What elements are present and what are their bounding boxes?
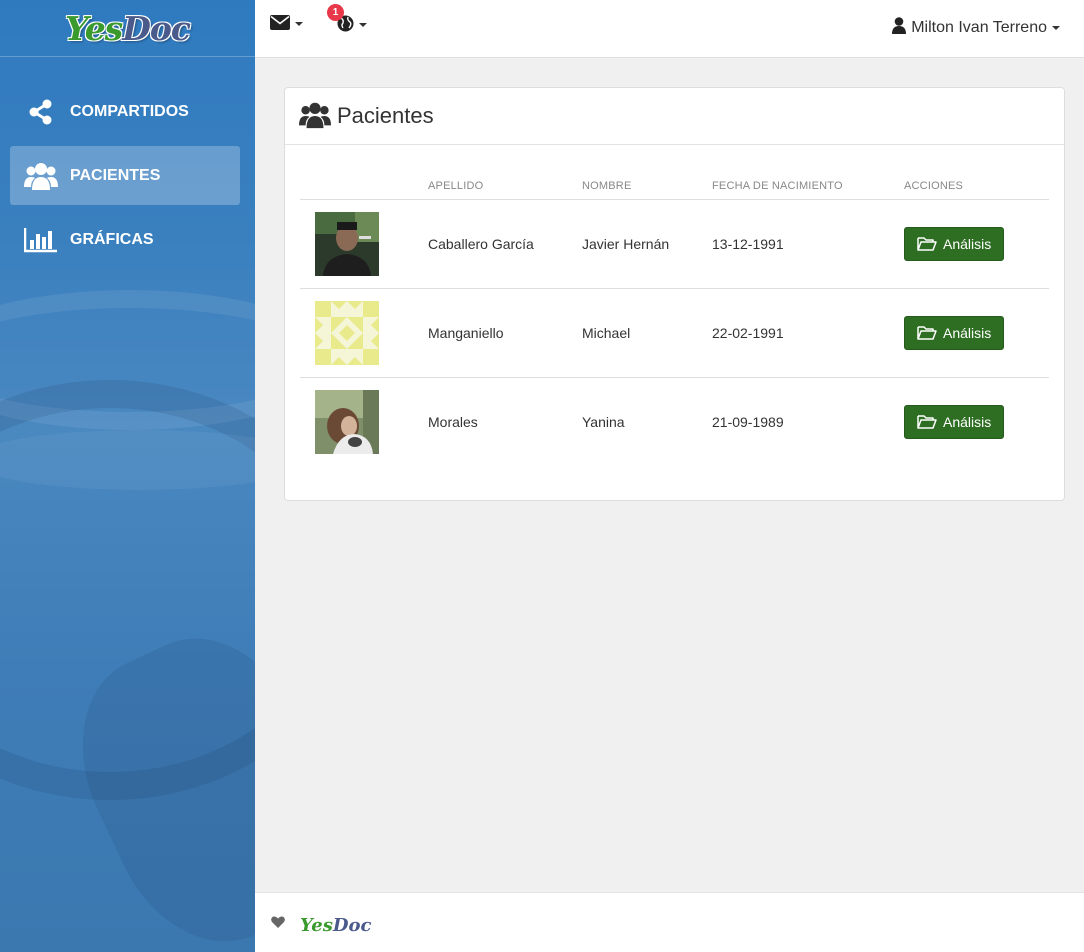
envelope-icon (270, 15, 290, 33)
column-header-avatar (300, 173, 428, 200)
sidebar: YesDoc COMPARTIDOS PACIENTES GRÁFICAS (0, 0, 255, 952)
logo-doc: Doc (122, 8, 191, 48)
avatar-cell (300, 199, 428, 289)
avatar (315, 389, 379, 454)
analisis-button[interactable]: Análisis (904, 315, 1005, 350)
page-title: Pacientes (337, 103, 434, 128)
sidebar-item-pacientes[interactable]: PACIENTES (10, 146, 240, 205)
nombre-cell: Yanina (582, 413, 625, 430)
chevron-down-icon (359, 23, 367, 27)
user-name: Milton Ivan Terreno (911, 19, 1047, 36)
table-row: Caballero García Javier Hernán 13-12-199… (300, 199, 1049, 289)
avatar-cell (300, 377, 428, 466)
analisis-button[interactable]: Análisis (904, 226, 1005, 261)
table-header-row: APELLIDO NOMBRE FECHA DE NACIMIENTO ACCI… (300, 173, 1049, 200)
logo-doc: Doc (332, 915, 372, 936)
sidebar-item-compartidos[interactable]: COMPARTIDOS (10, 82, 240, 141)
users-icon (24, 161, 58, 191)
avatar-cell (300, 288, 428, 378)
fecha-cell: 21-09-1989 (712, 413, 784, 430)
app-logo[interactable]: YesDoc (65, 8, 191, 48)
apellido-cell: Caballero García (428, 199, 582, 289)
apellido-cell: Morales (428, 413, 478, 430)
actions-cell: Análisis (904, 199, 1049, 289)
table-row: Manganiello Michael 22-02-1991 Análisis (300, 288, 1049, 378)
column-header-acciones: ACCIONES (904, 173, 1049, 200)
logo-yes: Yes (300, 915, 333, 936)
analisis-button-label: Análisis (943, 324, 992, 341)
column-header-apellido: APELLIDO (428, 173, 582, 200)
users-icon (299, 100, 331, 133)
patients-panel: Pacientes APELLIDO NOMBRE FECHA DE NACIM… (284, 87, 1065, 501)
apellido-cell: Manganiello (428, 288, 582, 378)
identicon-avatar (315, 300, 379, 365)
folder-open-icon (917, 415, 937, 429)
actions-cell: Análisis (904, 377, 1049, 466)
panel-header: Pacientes (285, 88, 1064, 145)
table-row: Morales Yanina 21-09-1989 Análisis (300, 377, 1049, 466)
column-header-fecha: FECHA DE NACIMIENTO (712, 173, 904, 200)
analisis-button[interactable]: Análisis (904, 404, 1005, 439)
sidebar-item-label: GRÁFICAS (70, 230, 154, 248)
notification-badge: 1 (327, 4, 344, 21)
folder-open-icon (917, 326, 937, 340)
sidebar-nav: COMPARTIDOS PACIENTES GRÁFICAS (0, 57, 255, 269)
bar-chart-icon (24, 225, 58, 255)
notifications-dropdown[interactable]: 1 (327, 4, 367, 35)
actions-cell: Análisis (904, 288, 1049, 378)
logo-yes: Yes (65, 8, 123, 48)
globe-icon: 1 (327, 4, 354, 35)
column-header-nombre: NOMBRE (582, 173, 712, 200)
background-decoration (0, 430, 255, 490)
chevron-down-icon (1052, 26, 1060, 30)
messages-dropdown[interactable] (270, 15, 303, 33)
avatar (315, 211, 379, 276)
sidebar-item-label: PACIENTES (70, 166, 161, 184)
top-navbar: 1 Milton Ivan Terreno (255, 0, 1084, 58)
footer-logo[interactable]: YesDoc (300, 915, 371, 936)
analisis-button-label: Análisis (943, 413, 992, 430)
sidebar-item-graficas[interactable]: GRÁFICAS (10, 210, 240, 269)
nombre-cell: Michael (582, 288, 712, 378)
folder-open-icon (917, 237, 937, 251)
footer: YesDoc (255, 892, 1084, 952)
share-icon (24, 97, 58, 127)
user-icon (892, 17, 907, 39)
analisis-button-label: Análisis (943, 235, 992, 252)
fecha-cell: 22-02-1991 (712, 288, 904, 378)
heart-icon (271, 915, 285, 931)
chevron-down-icon (295, 22, 303, 26)
sidebar-item-label: COMPARTIDOS (70, 102, 189, 120)
fecha-cell: 13-12-1991 (712, 199, 904, 289)
nombre-cell: Javier Hernán (582, 199, 712, 289)
user-menu[interactable]: Milton Ivan Terreno (892, 17, 1060, 39)
patients-table: APELLIDO NOMBRE FECHA DE NACIMIENTO ACCI… (300, 173, 1049, 466)
brand-header: YesDoc (0, 0, 255, 57)
